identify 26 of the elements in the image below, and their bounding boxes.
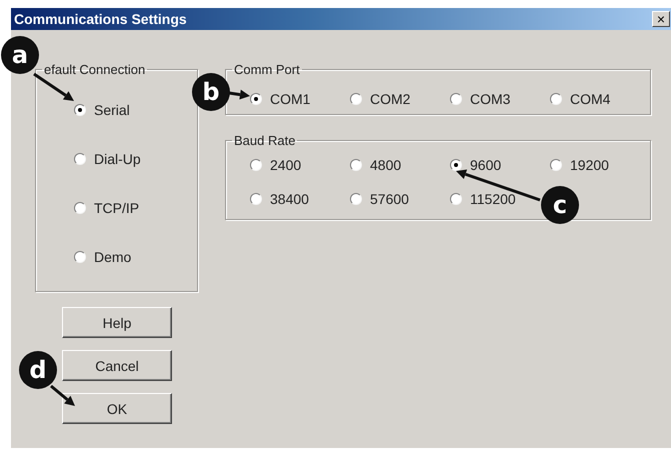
radio-button[interactable]: COM1 <box>250 91 310 107</box>
radio-button[interactable]: 115200 <box>450 191 516 207</box>
radio-button[interactable]: 9600 <box>450 157 502 173</box>
radio-button[interactable]: COM3 <box>450 91 510 107</box>
dialog-button[interactable]: Help <box>62 307 172 338</box>
group-title: Comm Port <box>233 62 301 77</box>
radio-button[interactable]: 57600 <box>350 191 409 207</box>
radio-button[interactable]: 38400 <box>250 191 309 207</box>
radio-button[interactable]: Demo <box>74 249 132 265</box>
radio-button[interactable]: Dial-Up <box>74 151 141 167</box>
window-title: Communications Settings <box>14 11 187 27</box>
radio-button[interactable]: Serial <box>74 102 130 118</box>
radio-button[interactable]: COM2 <box>350 91 410 107</box>
radio-button[interactable]: TCP/IP <box>74 200 140 216</box>
close-button[interactable]: × <box>652 11 670 27</box>
callout-badge: a <box>1 36 39 74</box>
radio-button[interactable]: COM4 <box>550 91 610 107</box>
radio-button[interactable]: 19200 <box>550 157 609 173</box>
group-title: Baud Rate <box>233 133 296 148</box>
radio-button[interactable]: 4800 <box>350 157 402 173</box>
arrow <box>51 386 75 406</box>
radio-button[interactable]: 2400 <box>250 157 302 173</box>
group-title: efault Connection <box>43 62 146 77</box>
dialog-button[interactable]: OK <box>62 393 172 424</box>
dialog-button[interactable]: Cancel <box>62 350 172 381</box>
arrow <box>34 74 74 101</box>
